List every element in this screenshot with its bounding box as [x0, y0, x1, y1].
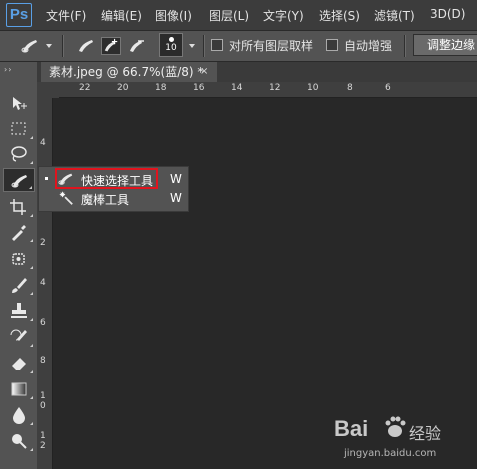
ruler-label: 8 — [40, 356, 46, 366]
flyout-item-shortcut: W — [170, 172, 182, 186]
move-icon — [13, 97, 27, 110]
dodge-icon — [12, 434, 27, 449]
separator — [203, 35, 205, 57]
crop-icon — [10, 199, 26, 215]
eyedropper-tool[interactable] — [3, 220, 35, 244]
ruler-label: 6 — [40, 318, 46, 328]
blur-icon — [13, 407, 25, 424]
document-tab-bar: 素材.jpeg @ 66.7%(蓝/8) * — [37, 62, 477, 82]
ruler-label: 8 — [347, 83, 353, 93]
brush-size-picker[interactable]: 10 — [159, 33, 183, 57]
ruler-label: 20 — [117, 83, 129, 93]
separator — [62, 35, 64, 57]
sample-all-layers-label: 对所有图层取样 — [229, 39, 314, 53]
tools-panel: ›› — [0, 62, 37, 469]
ruler-label: 6 — [385, 83, 391, 93]
history-brush-icon — [10, 329, 27, 341]
marquee-icon — [11, 122, 26, 135]
close-tab-icon[interactable]: × — [200, 66, 208, 77]
menu-layer[interactable]: 图层(L) — [209, 7, 249, 24]
blur-tool[interactable] — [3, 403, 35, 427]
selected-bullet-icon — [45, 177, 48, 180]
menu-select[interactable]: 选择(S) — [319, 7, 360, 24]
eyedropper-icon — [12, 225, 26, 241]
baidu-jingyan-watermark: Bai 经验 jingyan.baidu.com — [334, 412, 474, 464]
preset-dropdown-icon[interactable] — [46, 44, 52, 48]
annotation-highlight-box — [55, 168, 158, 189]
paw-logo-icon — [385, 416, 406, 437]
magic-wand-icon — [59, 191, 73, 205]
clone-stamp-icon — [11, 303, 27, 318]
flyout-item-magic-wand[interactable]: 魔棒工具 W — [39, 189, 190, 208]
horizontal-ruler: 22 20 18 16 14 12 10 8 6 — [59, 82, 477, 98]
vertical-ruler: 4 6 8 2 4 6 8 1 0 1 2 — [37, 98, 53, 469]
menu-filter[interactable]: 滤镜(T) — [374, 7, 415, 24]
lasso-icon — [11, 146, 27, 162]
ruler-label: 22 — [79, 83, 91, 93]
tool-preset-picker-icon[interactable] — [20, 37, 40, 55]
lasso-tool[interactable] — [3, 142, 35, 166]
menu-3d[interactable]: 3D(D) — [430, 7, 465, 21]
move-tool[interactable] — [3, 92, 35, 116]
panel-collapse-icon[interactable]: ›› — [4, 65, 12, 74]
add-to-selection-icon[interactable] — [101, 37, 121, 55]
quick-selection-icon — [11, 175, 27, 188]
ruler-label: 16 — [193, 83, 205, 93]
ruler-corner — [37, 82, 59, 98]
sample-all-layers-checkbox[interactable] — [211, 39, 223, 51]
healing-brush-icon — [12, 253, 25, 265]
healing-brush-tool[interactable] — [3, 247, 35, 271]
ruler-label: 2 — [40, 238, 46, 248]
brush-icon — [12, 278, 27, 293]
watermark-brand: Bai — [334, 416, 369, 441]
menu-image[interactable]: 图像(I) — [155, 7, 192, 24]
photoshop-logo: Ps — [6, 3, 32, 27]
ruler-label: 4 — [40, 138, 46, 148]
menu-bar: Ps 文件(F) 编辑(E) 图像(I) 图层(L) 文字(Y) 选择(S) 滤… — [0, 0, 477, 30]
subtract-from-selection-icon[interactable] — [127, 37, 147, 55]
gradient-icon — [11, 382, 27, 396]
refine-edge-button[interactable]: 调整边缘 — [413, 34, 477, 56]
marquee-tool[interactable] — [3, 117, 35, 141]
new-selection-icon[interactable] — [76, 37, 96, 55]
menu-edit[interactable]: 编辑(E) — [101, 7, 142, 24]
history-brush-tool[interactable] — [3, 325, 35, 349]
watermark-brand2: 经验 — [409, 424, 442, 443]
ruler-label: 4 — [40, 278, 46, 288]
menu-file[interactable]: 文件(F) — [46, 7, 86, 24]
ruler-label: 10 — [307, 83, 319, 93]
eraser-icon — [12, 358, 26, 370]
eraser-tool[interactable] — [3, 351, 35, 375]
ruler-label: 18 — [155, 83, 167, 93]
document-tab[interactable]: 素材.jpeg @ 66.7%(蓝/8) * — [41, 62, 217, 82]
watermark-url: jingyan.baidu.com — [344, 448, 437, 459]
brush-tool[interactable] — [3, 273, 35, 297]
auto-enhance-label: 自动增强 — [344, 39, 393, 53]
brush-tip-icon — [169, 37, 174, 42]
brush-size-value: 10 — [165, 43, 177, 53]
menu-type[interactable]: 文字(Y) — [263, 7, 304, 24]
clone-stamp-tool[interactable] — [3, 299, 35, 323]
quick-selection-tool[interactable] — [3, 168, 35, 192]
separator — [404, 35, 406, 57]
ruler-label: 1 0 — [40, 391, 46, 411]
ruler-label: 14 — [231, 83, 243, 93]
crop-tool[interactable] — [3, 195, 35, 219]
auto-enhance-checkbox[interactable] — [326, 39, 338, 51]
flyout-item-shortcut: W — [170, 191, 182, 205]
brush-dropdown-icon[interactable] — [189, 44, 195, 48]
ruler-label: 1 2 — [40, 431, 46, 451]
gradient-tool[interactable] — [3, 377, 35, 401]
dodge-tool[interactable] — [3, 429, 35, 453]
flyout-item-label: 魔棒工具 — [81, 193, 130, 207]
ruler-label: 12 — [269, 83, 281, 93]
